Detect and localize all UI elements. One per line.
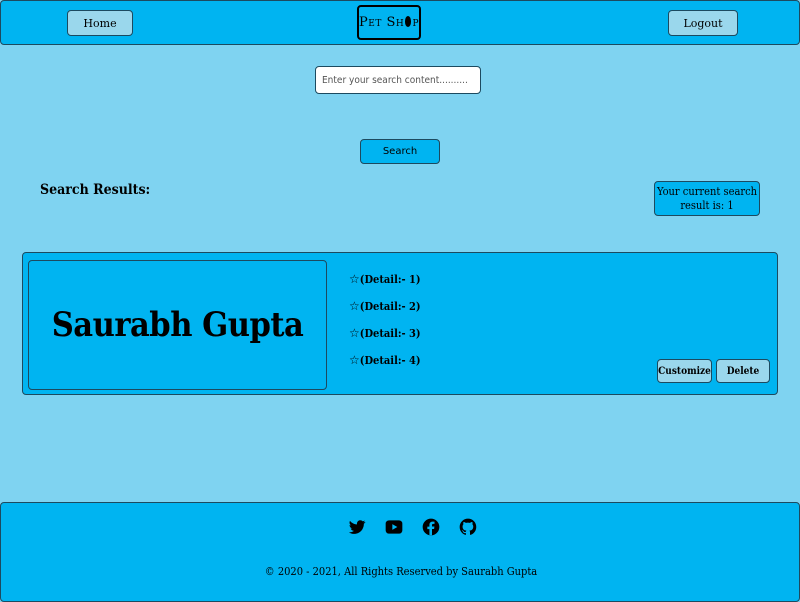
search-button[interactable]: Search — [360, 139, 440, 164]
detail-item: ☆(Detail:- 2) — [349, 299, 421, 313]
copyright-text: © 2020 - 2021, All Rights Reserved by Sa… — [264, 565, 538, 578]
star-icon: ☆ — [349, 353, 360, 367]
detail-text: (Detail:- 2) — [359, 300, 421, 313]
detail-text: (Detail:- 1) — [359, 273, 421, 286]
pet-shop-logo[interactable]: Pet Sh p — [357, 5, 421, 40]
star-icon: ☆ — [349, 326, 360, 340]
search-input[interactable] — [315, 66, 481, 94]
star-icon: ☆ — [349, 272, 360, 286]
footer: © 2020 - 2021, All Rights Reserved by Sa… — [0, 502, 800, 602]
github-icon[interactable] — [458, 517, 478, 537]
detail-item: ☆(Detail:- 4) — [349, 353, 421, 367]
detail-text: (Detail:- 4) — [359, 354, 421, 367]
logo-text-right: p — [412, 15, 419, 30]
result-name-box: Saurabh Gupta — [28, 260, 327, 390]
logo-text-left: Pet Sh — [359, 15, 405, 30]
detail-item: ☆(Detail:- 3) — [349, 326, 421, 340]
facebook-icon[interactable] — [421, 517, 441, 537]
top-navbar: Home Pet Sh p Logout — [0, 0, 800, 45]
twitter-icon[interactable] — [347, 517, 367, 537]
home-button[interactable]: Home — [67, 10, 133, 36]
customize-button[interactable]: Customize — [657, 359, 712, 383]
logout-button[interactable]: Logout — [668, 10, 738, 36]
star-icon: ☆ — [349, 299, 360, 313]
result-name: Saurabh Gupta — [51, 305, 304, 345]
search-results-heading: Search Results: — [40, 182, 151, 198]
paw-icon — [405, 16, 412, 27]
detail-item: ☆(Detail:- 1) — [349, 272, 421, 286]
result-count-badge: Your current search result is: 1 — [654, 181, 760, 216]
delete-button[interactable]: Delete — [716, 359, 770, 383]
result-card: Saurabh Gupta ☆(Detail:- 1) ☆(Detail:- 2… — [22, 252, 778, 395]
detail-text: (Detail:- 3) — [359, 327, 421, 340]
youtube-icon[interactable] — [384, 517, 404, 537]
